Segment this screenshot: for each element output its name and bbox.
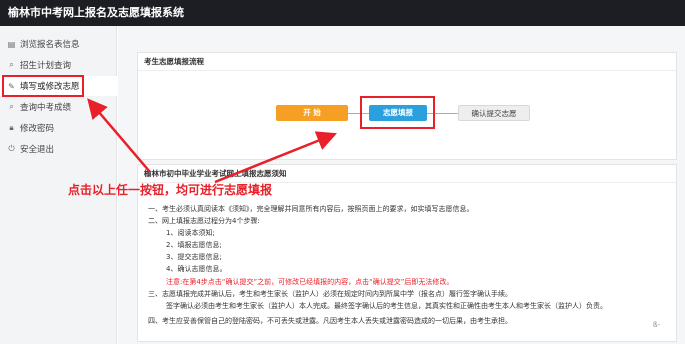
sidebar-highlight-box	[2, 75, 84, 97]
notice-warning: 注意:在第4步点击“确认提交”之前，可修改已经填报的内容，点击“确认提交”后即无…	[166, 278, 454, 286]
fill-button-highlight-box	[360, 96, 435, 129]
notice-line: 2、填报志愿信息;	[166, 241, 222, 249]
notice-line: 3、提交志愿信息;	[166, 253, 222, 261]
sidebar-item-exam-scores[interactable]: ⌕ 查询中考成绩	[0, 97, 117, 117]
notice-line: 1、阅读本须知;	[166, 229, 215, 237]
flow-panel-title: 考生志愿填报流程	[138, 53, 676, 71]
sidebar-item-change-password[interactable]: 🔒︎ 修改密码	[0, 118, 117, 138]
start-button[interactable]: 开 始	[276, 105, 348, 121]
sidebar-item-label: 查询中考成绩	[20, 103, 72, 113]
power-icon: ⏻	[8, 144, 15, 153]
lock-icon: 🔒︎	[9, 123, 14, 132]
notice-line: 三、志愿填报完成并确认后，考生和考生家长（监护人）必须在规定时间内到所属中学（报…	[148, 290, 512, 298]
sidebar-item-view-registration[interactable]: ▤ 浏览报名表信息	[0, 34, 117, 54]
sidebar-item-label: 浏览报名表信息	[20, 40, 80, 50]
notice-line: 4、确认志愿信息。	[166, 265, 227, 273]
sidebar-item-enrollment-plan[interactable]: ⌕ 招生计划查询	[0, 55, 117, 75]
notice-line: 签字确认必须由考生和考生家长（监护人）本人完成。最终签字确认后的考生信息，其真实…	[166, 302, 607, 310]
document-icon: ▤	[7, 39, 16, 49]
notice-line: 四、考生应妥善保管自己的登陆密码，不可丢失或泄露。凡因考生本人丢失或泄露密码造成…	[148, 317, 512, 325]
page-number: ß-	[653, 321, 661, 329]
sidebar-item-logout[interactable]: ⏻ 安全退出	[0, 139, 117, 159]
sidebar-item-label: 安全退出	[20, 145, 55, 155]
app-title: 榆林市中考网上报名及志愿填报系统	[8, 6, 184, 19]
callout-annotation: 点击以上任一按钮，均可进行志愿填报	[68, 183, 273, 197]
notice-line: 一、考生必须认真阅读本《须知》，完全理解并同意所有内容后，按照页面上的要求，如实…	[148, 205, 474, 213]
sidebar-item-label: 招生计划查询	[20, 61, 72, 71]
notice-line: 二、网上填报志愿过程分为4个步骤:	[148, 217, 260, 225]
search-icon: ⌕	[9, 60, 14, 69]
search-icon: ⌕	[9, 102, 14, 111]
app-title-bar: 榆林市中考网上报名及志愿填报系统	[0, 0, 685, 26]
flow-panel: 考生志愿填报流程 开 始 志愿填报 确认提交志愿	[137, 52, 677, 160]
confirm-submit-button[interactable]: 确认提交志愿	[458, 105, 530, 121]
sidebar-item-label: 修改密码	[20, 124, 55, 134]
